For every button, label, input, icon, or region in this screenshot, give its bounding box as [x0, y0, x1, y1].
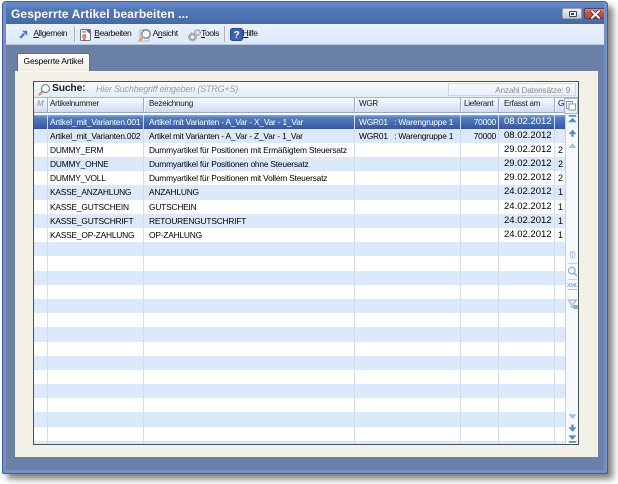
svg-text:?: ?: [233, 30, 239, 41]
